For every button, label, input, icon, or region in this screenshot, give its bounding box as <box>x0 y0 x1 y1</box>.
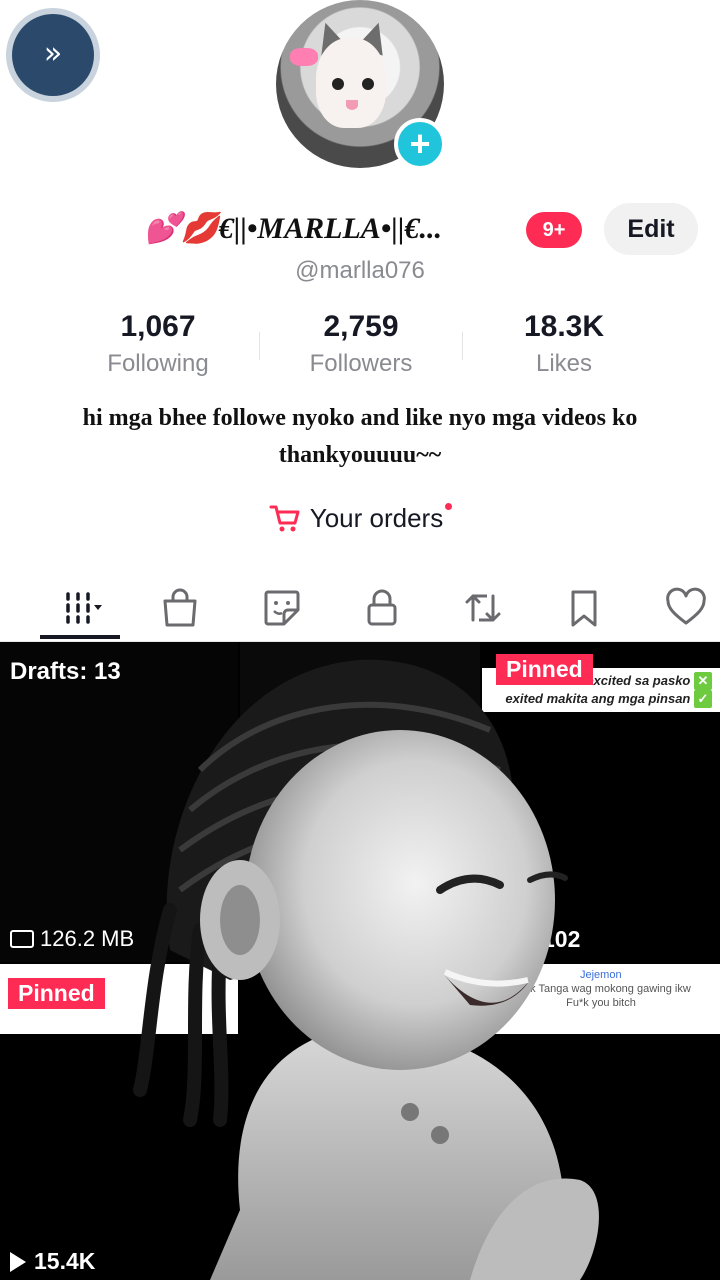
stat-likes[interactable]: 18.3K Likes <box>484 310 644 378</box>
following-label: Following <box>107 350 209 377</box>
check-mark-icon: ✓ <box>694 690 712 708</box>
followers-label: Followers <box>309 350 413 377</box>
tab-liked[interactable] <box>656 580 716 636</box>
double-chevron-right-icon: » <box>43 35 63 71</box>
drafts-label: Drafts: 13 <box>10 658 121 685</box>
shopping-bag-icon <box>163 588 197 627</box>
selected-tab-indicator <box>40 635 120 639</box>
tab-reposts[interactable] <box>453 580 513 636</box>
video-tile[interactable] <box>240 642 480 962</box>
tab-stickers[interactable] <box>252 580 312 636</box>
display-name: 💕💋€||•MARLLA•||€... <box>144 212 442 245</box>
username-handle: @marlla076 <box>295 257 425 284</box>
view-count: 102 <box>542 926 581 952</box>
video-grid: Drafts: 13 126.2 MB excited sa pasko ✕ e… <box>0 642 720 1280</box>
orders-notification-dot <box>445 502 453 510</box>
shopping-cart-icon <box>269 505 300 532</box>
drafts-size: 126.2 MB <box>10 926 134 952</box>
repost-icon <box>465 594 501 622</box>
following-count: 1,067 <box>120 310 196 343</box>
video-tile[interactable]: Jejemon Hskk Tanga wag mokong gawing ikw… <box>482 964 720 1280</box>
your-orders-link[interactable]: Your orders <box>0 498 720 538</box>
profile-bio: hi mga bhee followe nyoko and like nyo m… <box>82 405 638 468</box>
stat-followers[interactable]: 2,759 Followers <box>281 310 441 378</box>
profile-stats: 1,067 Following 2,759 Followers 18.3K Li… <box>0 310 720 382</box>
pinned-badge: Pinned <box>496 654 593 685</box>
followers-count: 2,759 <box>323 310 399 343</box>
tab-shop[interactable] <box>150 580 210 636</box>
heart-icon <box>666 587 706 625</box>
expand-button[interactable]: » <box>12 14 94 96</box>
tab-favorites[interactable] <box>554 580 614 636</box>
likes-label: Likes <box>535 350 593 377</box>
profile-name-row: 💕💋€||•MARLLA•||€... 9+ Edit <box>0 203 720 257</box>
pinned-video-tile[interactable]: excited sa pasko ✕ exited makita ang mga… <box>482 642 720 962</box>
play-icon <box>10 1251 26 1272</box>
edit-profile-button[interactable]: Edit <box>604 203 698 255</box>
bookmark-icon <box>571 590 597 627</box>
tab-private[interactable] <box>352 580 412 636</box>
notification-badge[interactable]: 9+ <box>526 212 582 248</box>
pinned-badge: Pinned <box>8 978 105 1009</box>
cross-mark-icon: ✕ <box>694 672 712 690</box>
video-caption: Jejemon Hskk Tanga wag mokong gawing ikw… <box>482 964 720 1034</box>
your-orders-label: Your orders <box>309 502 444 533</box>
drafts-tile[interactable]: Drafts: 13 126.2 MB <box>0 642 238 962</box>
stat-following[interactable]: 1,067 Following <box>78 310 238 378</box>
lock-icon <box>367 589 397 626</box>
storage-icon <box>10 930 34 948</box>
video-tile[interactable] <box>240 964 480 1280</box>
profile-tab-bar <box>0 572 720 642</box>
videos-grid-icon <box>66 592 102 624</box>
pinned-video-tile[interactable]: Pinned 15.4K <box>0 964 238 1280</box>
add-avatar-button[interactable]: + <box>394 118 446 170</box>
sticker-icon <box>264 590 300 626</box>
plus-icon: + <box>409 123 431 164</box>
likes-count: 18.3K <box>523 310 605 343</box>
tab-videos[interactable] <box>52 580 112 636</box>
view-count: 15.4K <box>10 1248 95 1275</box>
